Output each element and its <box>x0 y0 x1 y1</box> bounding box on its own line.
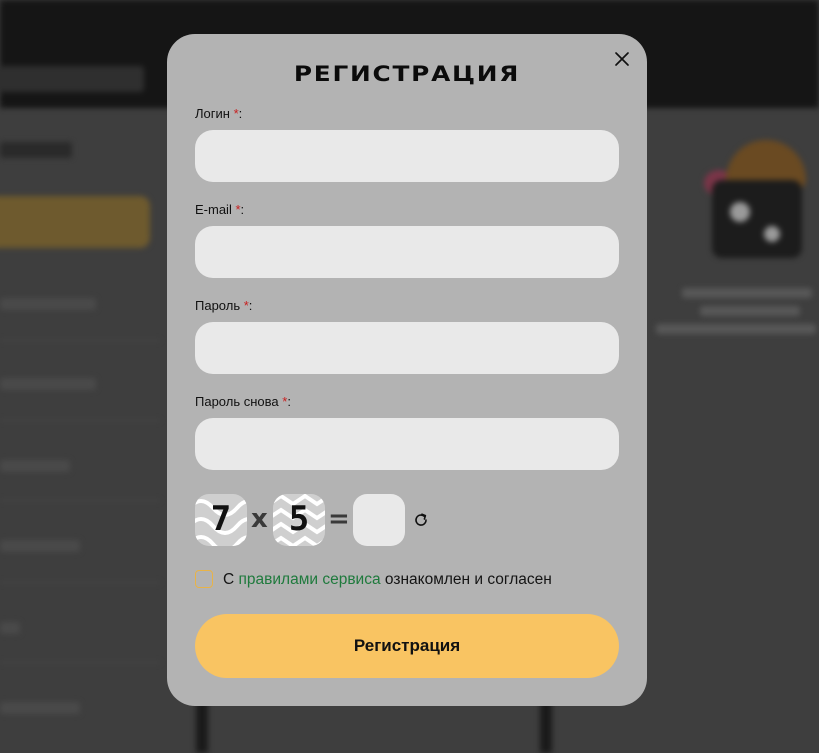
background-sidebar-item <box>0 622 20 634</box>
password-input[interactable] <box>195 322 619 374</box>
captcha-operator: x <box>251 504 268 534</box>
background-product-text <box>656 324 816 334</box>
captcha-digit-1: 7 <box>210 499 232 539</box>
login-input[interactable] <box>195 130 619 182</box>
agreement-checkbox[interactable] <box>195 570 213 588</box>
background-sidebar-item <box>0 540 80 552</box>
service-rules-link[interactable]: правилами сервиса <box>239 571 381 588</box>
background-product-image <box>700 140 810 270</box>
background-product-text <box>682 288 812 298</box>
background-divider <box>196 700 208 753</box>
background-sidebar-item <box>0 378 96 390</box>
background-logo <box>0 66 144 92</box>
captcha-digit-2: 5 <box>288 499 310 539</box>
email-label: E-mail *: <box>195 202 245 217</box>
modal-title: РЕГИСТРАЦИЯ <box>293 62 521 86</box>
email-input[interactable] <box>195 226 619 278</box>
captcha-equals: = <box>328 504 350 534</box>
captcha-answer-input[interactable] <box>353 494 405 546</box>
background-sidebar-item <box>0 702 80 714</box>
agreement-text: С правилами сервиса ознакомлен и согласе… <box>223 571 552 588</box>
background-sidebar-item <box>0 298 96 310</box>
background-sidebar-item <box>0 460 70 472</box>
captcha-operand-1: 7 <box>195 494 247 546</box>
captcha-operand-2: 5 <box>273 494 325 546</box>
password-confirm-label: Пароль снова *: <box>195 394 291 409</box>
background-sidebar-divider <box>0 662 160 663</box>
background-sidebar-divider <box>0 420 160 421</box>
password-label: Пароль *: <box>195 298 253 313</box>
login-label: Логин *: <box>195 106 243 121</box>
background-divider <box>540 700 552 753</box>
password-confirm-input[interactable] <box>195 418 619 470</box>
background-sidebar-active-item <box>0 196 150 248</box>
register-button[interactable]: Регистрация <box>195 614 619 678</box>
background-sidebar-divider <box>0 340 160 341</box>
background-sidebar-divider <box>0 500 160 501</box>
background-sidebar-divider <box>0 582 160 583</box>
registration-modal: РЕГИСТРАЦИЯ Логин *: E-mail *: Пароль *:… <box>167 34 647 706</box>
background-product-text <box>700 306 800 316</box>
background-sidebar-title <box>0 142 72 158</box>
refresh-icon[interactable] <box>413 512 429 528</box>
